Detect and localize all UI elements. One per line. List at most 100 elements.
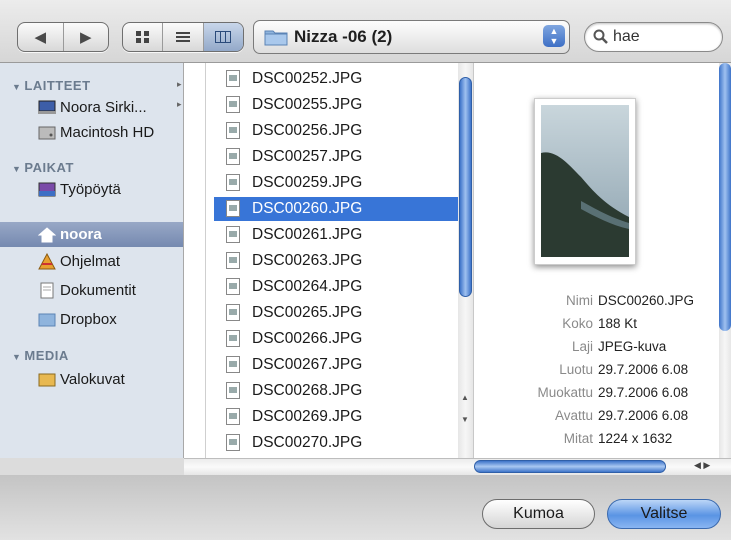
forward-button[interactable]: ▶ xyxy=(64,23,109,51)
preview-field-value: 1224 x 1632 xyxy=(598,431,673,446)
home-icon xyxy=(38,227,56,243)
horizontal-scroll-thumb[interactable] xyxy=(474,460,666,473)
file-row[interactable]: DSC00255.JPG xyxy=(214,93,458,117)
preview-field: Muokattu 29.7.2006 6.08 xyxy=(474,385,719,404)
preview-field-label: Avattu xyxy=(554,408,593,423)
preview-scroll-thumb[interactable] xyxy=(719,63,731,331)
sidebar-item-desktop[interactable]: Työpöytä xyxy=(0,177,183,202)
file-row[interactable]: DSC00267.JPG xyxy=(214,353,458,377)
file-row[interactable]: DSC00268.JPG xyxy=(214,379,458,403)
file-row[interactable]: DSC00269.JPG xyxy=(214,405,458,429)
preview-field-value: DSC00260.JPG xyxy=(598,293,695,308)
jpeg-file-icon xyxy=(226,278,240,295)
jpeg-file-icon xyxy=(226,330,240,347)
preview-field-label: Koko xyxy=(562,316,593,331)
file-name: DSC00259.JPG xyxy=(252,174,363,191)
preview-field-label: Nimi xyxy=(566,293,593,308)
search-field[interactable] xyxy=(584,22,723,52)
sidebar-section-places[interactable]: ▼ PAIKAT xyxy=(12,160,74,175)
list-view-icon xyxy=(175,32,190,42)
sidebar-item-macintosh-hd[interactable]: Macintosh HD xyxy=(0,120,183,145)
forward-arrow-icon: ▶ xyxy=(79,29,92,46)
button-bar: Kumoa Valitse xyxy=(0,475,731,540)
file-row[interactable]: DSC00264.JPG xyxy=(214,275,458,299)
file-name: DSC00270.JPG xyxy=(252,434,363,451)
file-row[interactable]: DSC00260.JPG xyxy=(214,197,458,221)
file-row[interactable]: DSC00257.JPG xyxy=(214,145,458,169)
jpeg-file-icon xyxy=(226,434,240,451)
file-name: DSC00263.JPG xyxy=(252,252,363,269)
file-row[interactable]: DSC00261.JPG xyxy=(214,223,458,247)
list-view-button[interactable] xyxy=(163,23,204,51)
file-name: DSC00260.JPG xyxy=(252,200,363,217)
preview-field-value: 29.7.2006 6.08 xyxy=(598,362,689,377)
sidebar-section-devices[interactable]: ▼ LAITTEET xyxy=(12,78,91,93)
search-input[interactable] xyxy=(611,26,715,48)
sidebar-item-photos[interactable]: Valokuvat xyxy=(0,367,183,392)
toolbar: ◀ ▶ Nizza -06 (2) ▲ ▼ xyxy=(0,0,731,63)
file-row[interactable]: DSC00270.JPG xyxy=(214,431,458,455)
jpeg-file-icon xyxy=(226,356,240,373)
jpeg-file-icon xyxy=(226,226,240,243)
preview-field-label: Laji xyxy=(571,339,593,354)
file-row[interactable]: DSC00256.JPG xyxy=(214,119,458,143)
sidebar-item-noora[interactable]: noora xyxy=(0,222,183,247)
preview-field-label: Luotu xyxy=(559,362,593,377)
file-list-scroll-thumb[interactable] xyxy=(459,77,472,297)
folder-icon xyxy=(264,30,288,46)
file-row[interactable]: DSC00265.JPG xyxy=(214,301,458,325)
sidebar-item-dropbox[interactable]: Dropbox xyxy=(0,307,183,332)
file-name: DSC00268.JPG xyxy=(252,382,363,399)
scroll-up-icon[interactable]: ▲ xyxy=(461,393,469,402)
disclosure-icon[interactable]: ▸ xyxy=(177,99,182,110)
file-row[interactable]: DSC00259.JPG xyxy=(214,171,458,195)
choose-button[interactable]: Valitse xyxy=(607,499,721,529)
sidebar-item-applications[interactable]: Ohjelmat xyxy=(0,249,183,274)
back-button[interactable]: ◀ xyxy=(18,23,64,51)
desktop-icon xyxy=(38,182,56,197)
navigation-segment: ◀ ▶ xyxy=(17,22,109,52)
preview-scrollbar[interactable] xyxy=(719,63,731,458)
file-name: DSC00264.JPG xyxy=(252,278,363,295)
scroll-down-icon[interactable]: ▼ xyxy=(461,415,469,424)
cancel-button[interactable]: Kumoa xyxy=(482,499,595,529)
applications-icon xyxy=(38,253,56,270)
preview-field: Avattu 29.7.2006 6.08 xyxy=(474,408,719,427)
disclosure-icon[interactable]: ▸ xyxy=(177,79,182,90)
icon-view-button[interactable] xyxy=(123,23,164,51)
jpeg-file-icon xyxy=(226,252,240,269)
view-mode-segment xyxy=(122,22,244,52)
sidebar-section-media[interactable]: ▼ MEDIA xyxy=(12,348,69,363)
file-name: DSC00267.JPG xyxy=(252,356,363,373)
jpeg-file-icon xyxy=(226,96,240,113)
computer-icon xyxy=(38,100,56,114)
file-name: DSC00255.JPG xyxy=(252,96,363,113)
sidebar-item-documents[interactable]: Dokumentit xyxy=(0,278,183,303)
sidebar-item-noora-sirki[interactable]: Noora Sirki... xyxy=(0,95,183,120)
sidebar: ▼ LAITTEET Noora Sirki... ▸ Macintosh HD … xyxy=(0,63,184,458)
horizontal-scrollbar[interactable]: ◀ ▶ xyxy=(184,458,731,475)
file-row[interactable]: DSC00252.JPG xyxy=(214,67,458,91)
parent-column[interactable] xyxy=(184,63,206,458)
file-name: DSC00252.JPG xyxy=(252,70,363,87)
jpeg-file-icon xyxy=(226,382,240,399)
column-view-icon xyxy=(215,31,232,43)
file-name: DSC00257.JPG xyxy=(252,148,363,165)
preview-thumbnail xyxy=(534,98,636,265)
jpeg-file-icon xyxy=(226,148,240,165)
hard-drive-icon xyxy=(38,126,56,140)
file-row[interactable]: DSC00263.JPG xyxy=(214,249,458,273)
jpeg-file-icon xyxy=(226,174,240,191)
preview-field-value: JPEG-kuva xyxy=(598,339,667,354)
jpeg-file-icon xyxy=(226,408,240,425)
jpeg-file-icon xyxy=(226,122,240,139)
jpeg-file-icon xyxy=(226,200,240,217)
file-list-scrollbar[interactable]: ▲ ▼ xyxy=(458,63,474,458)
column-view-button[interactable] xyxy=(203,23,243,51)
file-row[interactable]: DSC00266.JPG xyxy=(214,327,458,351)
preview-pane: Nimi DSC00260.JPG Koko 188 Kt Laji JPEG-kuva L… xyxy=(474,63,719,458)
scroll-arrows-icon[interactable]: ◀ ▶ xyxy=(694,460,710,471)
popup-stepper-icon: ▲ ▼ xyxy=(543,25,565,47)
location-popup[interactable]: Nizza -06 (2) ▲ ▼ xyxy=(253,20,570,54)
file-list: DSC00252.JPG DSC00255.JPG DSC00256.JPG DSC0… xyxy=(206,63,459,458)
